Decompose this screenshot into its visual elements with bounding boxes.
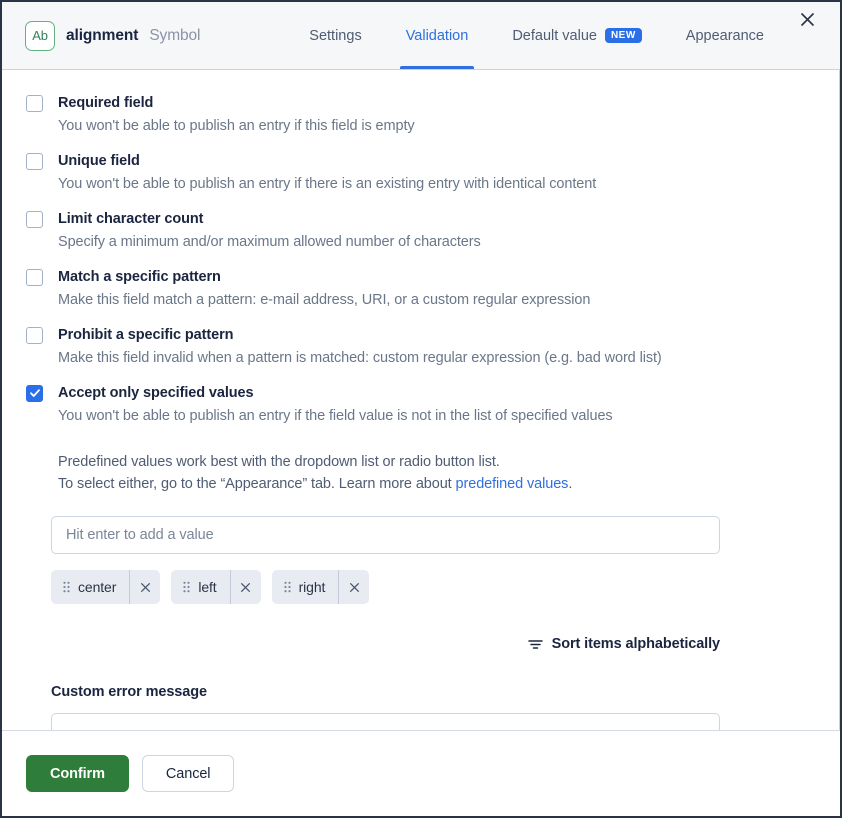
validation-description: You won't be able to publish an entry if…: [58, 407, 613, 424]
validation-option-match-pattern: Match a specific pattern Make this field…: [26, 268, 813, 310]
tab-appearance[interactable]: Appearance: [664, 2, 786, 69]
validation-title: Prohibit a specific pattern: [58, 326, 234, 343]
checkbox-required-field[interactable]: [26, 95, 43, 112]
checkbox-accept-only-specified-values[interactable]: [26, 384, 43, 402]
close-icon: [140, 582, 150, 592]
custom-error-message-field[interactable]: [51, 713, 720, 730]
checkbox-match-specific-pattern[interactable]: [26, 268, 43, 286]
add-value-field[interactable]: [51, 516, 720, 555]
field-type-label: Symbol: [149, 26, 201, 44]
drag-handle-icon[interactable]: [272, 570, 299, 604]
validation-title: Required field: [58, 95, 154, 111]
validation-description: Specify a minimum and/or maximum allowed…: [58, 234, 481, 251]
field-type-icon: Ab: [25, 20, 55, 51]
validation-option-row: Accept only specified values: [26, 384, 813, 402]
checkbox-unique-field[interactable]: [26, 152, 43, 170]
remove-value-button-center[interactable]: [129, 570, 160, 605]
check-icon: [29, 389, 40, 398]
dialog-body: Required field You won't be able to publ…: [2, 70, 840, 730]
tab-default-value[interactable]: Default value NEW: [490, 2, 663, 69]
validation-option-prohibit-pattern: Prohibit a specific pattern Make this fi…: [26, 326, 813, 368]
value-tag-center[interactable]: center: [51, 570, 161, 605]
predefined-values-list: center left right: [51, 570, 813, 605]
field-settings-dialog: Ab alignment Symbol Settings Validation …: [0, 0, 842, 818]
value-tag-label: center: [78, 579, 117, 596]
validation-option-accept-specified-values: Accept only specified values You won't b…: [26, 384, 813, 426]
predefined-values-note: Predefined values work best with the dro…: [58, 452, 813, 496]
close-icon: [800, 12, 814, 26]
dialog-tabs: Settings Validation Default value NEW Ap…: [287, 2, 824, 69]
validation-title: Accept only specified values: [58, 384, 254, 401]
value-tag-right[interactable]: right: [271, 570, 370, 605]
tab-validation[interactable]: Validation: [384, 2, 491, 69]
note-line-1: Predefined values work best with the dro…: [58, 453, 500, 470]
validation-option-row: Required field: [26, 94, 813, 112]
validation-options: Required field You won't be able to publ…: [2, 94, 839, 730]
confirm-button[interactable]: Confirm: [26, 755, 129, 792]
tab-settings-label: Settings: [309, 27, 362, 44]
validation-option-row: Match a specific pattern: [26, 268, 813, 286]
dialog-header: Ab alignment Symbol Settings Validation …: [2, 2, 840, 70]
validation-option-row: Unique field: [26, 152, 813, 170]
validation-title: Unique field: [58, 152, 140, 169]
value-tag-left[interactable]: left: [171, 570, 261, 605]
drag-handle-icon[interactable]: [171, 570, 198, 604]
validation-description: Make this field match a pattern: e-mail …: [58, 292, 591, 309]
tab-default-value-label: Default value: [512, 27, 597, 44]
checkbox-limit-character-count[interactable]: [26, 210, 43, 228]
dialog-footer: Confirm Cancel: [2, 730, 840, 816]
close-button[interactable]: [790, 2, 824, 36]
checkbox-prohibit-specific-pattern[interactable]: [26, 326, 43, 344]
tab-settings[interactable]: Settings: [287, 2, 383, 69]
new-badge: NEW: [604, 28, 642, 43]
validation-option-row: Limit character count: [26, 210, 813, 228]
field-name-label: alignment: [66, 26, 139, 44]
add-value-input[interactable]: [66, 527, 705, 544]
drag-handle-icon[interactable]: [51, 570, 78, 604]
cancel-button[interactable]: Cancel: [141, 755, 235, 792]
validation-option-unique: Unique field You won't be able to publis…: [26, 152, 813, 194]
note-line-2-text: To select either, go to the “Appearance”…: [58, 475, 456, 492]
value-tag-label: right: [298, 579, 326, 596]
close-icon: [349, 582, 360, 592]
validation-option-limit-characters: Limit character count Specify a minimum …: [26, 210, 813, 252]
sort-row: Sort items alphabetically: [26, 636, 720, 652]
sort-items-label: Sort items alphabetically: [551, 636, 720, 653]
validation-title: Match a specific pattern: [58, 268, 221, 285]
note-line-2: To select either, go to the “Appearance”…: [58, 474, 813, 496]
validation-option-row: Prohibit a specific pattern: [26, 326, 813, 344]
sort-items-alphabetically-button[interactable]: Sort items alphabetically: [527, 636, 720, 653]
validation-description: Make this field invalid when a pattern i…: [58, 350, 662, 366]
sort-icon: [527, 640, 543, 649]
tab-appearance-label: Appearance: [685, 27, 764, 44]
validation-description: You won't be able to publish an entry if…: [58, 118, 415, 135]
tab-validation-label: Validation: [405, 27, 469, 44]
custom-error-message-label: Custom error message: [51, 684, 207, 701]
predefined-values-link[interactable]: predefined values: [456, 476, 569, 492]
validation-option-required: Required field You won't be able to publ…: [26, 94, 813, 136]
close-icon: [240, 582, 251, 592]
validation-title: Limit character count: [58, 210, 204, 227]
remove-value-button-right[interactable]: [338, 570, 369, 605]
custom-error-message-input[interactable]: [66, 722, 705, 730]
validation-description: You won't be able to publish an entry if…: [58, 176, 597, 193]
note-line-2-period: .: [568, 475, 573, 492]
remove-value-button-left[interactable]: [229, 570, 261, 605]
field-identity: Ab alignment Symbol: [25, 20, 201, 51]
value-tag-label: left: [198, 579, 217, 596]
